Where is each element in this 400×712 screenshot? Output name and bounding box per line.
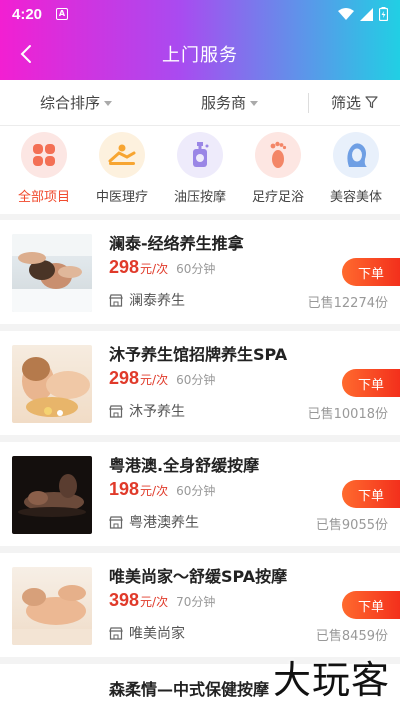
service-name: 粤港澳.全身舒缓按摩 bbox=[109, 456, 260, 475]
status-time: 4:20 bbox=[12, 5, 43, 23]
provider-dropdown[interactable]: 服务商 bbox=[201, 92, 259, 113]
signal-icon bbox=[360, 7, 373, 21]
price: 298 bbox=[109, 368, 140, 388]
caret-down-icon bbox=[104, 101, 113, 106]
nav-bar: 上门服务 bbox=[0, 28, 400, 80]
category-circle bbox=[333, 132, 379, 178]
therapy-icon bbox=[108, 144, 136, 165]
service-thumbnail bbox=[12, 456, 92, 534]
category-beauty-body[interactable]: 美容美体 bbox=[320, 132, 392, 214]
category-label: 足疗足浴 bbox=[251, 190, 304, 205]
order-button[interactable]: 下单 bbox=[342, 369, 400, 397]
shop-info[interactable]: 粤港澳养生 bbox=[109, 512, 199, 532]
price-line: 298 元/次 60分钟 bbox=[109, 368, 215, 389]
service-thumbnail bbox=[12, 567, 92, 645]
sold-count: 已售12274份 bbox=[307, 296, 388, 311]
service-thumbnail bbox=[12, 345, 92, 423]
sold-count: 已售9055份 bbox=[315, 518, 388, 533]
category-foot-bath[interactable]: 足疗足浴 bbox=[242, 132, 314, 214]
shop-info[interactable]: 唯美尚家 bbox=[109, 623, 185, 643]
filter-label: 筛选 bbox=[331, 94, 362, 112]
wifi-icon bbox=[338, 7, 354, 20]
shop-info[interactable]: 沐予养生 bbox=[109, 401, 185, 421]
category-row: 全部项目 中医理疗 油压按摩 足疗足浴 美容美体 bbox=[0, 126, 400, 214]
service-list: 澜泰-经络养生推拿 298 元/次 60分钟 澜泰养生 已售12274份 下单 … bbox=[0, 220, 400, 712]
service-name: 森柔情—中式保健按摩 bbox=[109, 680, 270, 699]
grid-icon bbox=[33, 144, 55, 166]
service-name: 唯美尚家～舒缓SPA按摩 bbox=[109, 567, 288, 586]
category-circle bbox=[177, 132, 223, 178]
category-circle bbox=[99, 132, 145, 178]
app-header: 4:20 A 上门服务 bbox=[0, 0, 400, 80]
foot-icon bbox=[270, 141, 287, 168]
filter-bar: 综合排序 服务商 筛选 bbox=[0, 80, 400, 126]
price-unit: 元/次 bbox=[140, 484, 169, 498]
sold-count: 已售10018份 bbox=[307, 407, 388, 422]
oil-bottle-icon bbox=[193, 142, 209, 167]
price: 298 bbox=[109, 257, 140, 277]
sold-count: 已售8459份 bbox=[315, 629, 388, 644]
filter-button[interactable]: 筛选 bbox=[331, 92, 378, 113]
shop-name: 粤港澳养生 bbox=[129, 515, 199, 531]
category-tcm-therapy[interactable]: 中医理疗 bbox=[86, 132, 158, 214]
price: 398 bbox=[109, 590, 140, 610]
shop-info[interactable]: 澜泰养生 bbox=[109, 290, 185, 310]
price-unit: 元/次 bbox=[140, 595, 169, 609]
order-button[interactable]: 下单 bbox=[342, 258, 400, 286]
category-oil-massage[interactable]: 油压按摩 bbox=[164, 132, 236, 214]
price-line: 298 元/次 60分钟 bbox=[109, 257, 215, 278]
store-icon bbox=[109, 293, 123, 307]
service-name: 沐予养生馆招牌养生SPA bbox=[109, 345, 288, 364]
funnel-icon bbox=[365, 96, 378, 109]
category-circle bbox=[255, 132, 301, 178]
category-label: 全部项目 bbox=[17, 190, 70, 205]
price-unit: 元/次 bbox=[140, 373, 169, 387]
shop-name: 澜泰养生 bbox=[129, 293, 185, 309]
category-circle bbox=[21, 132, 67, 178]
category-label: 中医理疗 bbox=[95, 190, 148, 205]
page-title: 上门服务 bbox=[162, 45, 238, 66]
service-card[interactable]: 沐予养生馆招牌养生SPA 298 元/次 60分钟 沐予养生 已售10018份 … bbox=[0, 331, 400, 435]
service-card[interactable]: 唯美尚家～舒缓SPA按摩 398 元/次 70分钟 唯美尚家 已售8459份 下… bbox=[0, 553, 400, 657]
provider-label: 服务商 bbox=[201, 94, 247, 112]
chevron-left-icon bbox=[20, 45, 31, 63]
service-name: 澜泰-经络养生推拿 bbox=[109, 234, 244, 253]
sort-dropdown[interactable]: 综合排序 bbox=[40, 92, 113, 113]
order-button[interactable]: 下单 bbox=[342, 591, 400, 619]
order-button[interactable]: 下单 bbox=[342, 480, 400, 508]
status-bar: 4:20 A bbox=[0, 0, 400, 28]
store-icon bbox=[109, 626, 123, 640]
service-thumbnail bbox=[12, 234, 92, 312]
divider bbox=[308, 92, 309, 113]
battery-icon bbox=[379, 7, 388, 21]
back-button[interactable] bbox=[10, 38, 42, 70]
price-line: 398 元/次 70分钟 bbox=[109, 590, 215, 611]
category-label: 美容美体 bbox=[329, 190, 382, 205]
store-icon bbox=[109, 404, 123, 418]
duration: 70分钟 bbox=[176, 595, 216, 609]
shop-name: 沐予养生 bbox=[129, 404, 185, 420]
caret-down-icon bbox=[250, 101, 259, 106]
price-line: 198 元/次 60分钟 bbox=[109, 479, 215, 500]
category-label: 油压按摩 bbox=[173, 190, 226, 205]
duration: 60分钟 bbox=[176, 484, 216, 498]
service-card[interactable]: 澜泰-经络养生推拿 298 元/次 60分钟 澜泰养生 已售12274份 下单 bbox=[0, 220, 400, 324]
service-card[interactable]: 粤港澳.全身舒缓按摩 198 元/次 60分钟 粤港澳养生 已售9055份 下单 bbox=[0, 442, 400, 546]
category-all[interactable]: 全部项目 bbox=[8, 132, 80, 214]
price-unit: 元/次 bbox=[140, 262, 169, 276]
face-icon bbox=[347, 143, 367, 167]
store-icon bbox=[109, 515, 123, 529]
watermark-logo: 大玩客 bbox=[272, 658, 390, 702]
duration: 60分钟 bbox=[176, 262, 216, 276]
shop-name: 唯美尚家 bbox=[129, 626, 185, 642]
price: 198 bbox=[109, 479, 140, 499]
sort-label: 综合排序 bbox=[40, 94, 101, 112]
notification-a-icon: A bbox=[56, 8, 69, 20]
duration: 60分钟 bbox=[176, 373, 216, 387]
